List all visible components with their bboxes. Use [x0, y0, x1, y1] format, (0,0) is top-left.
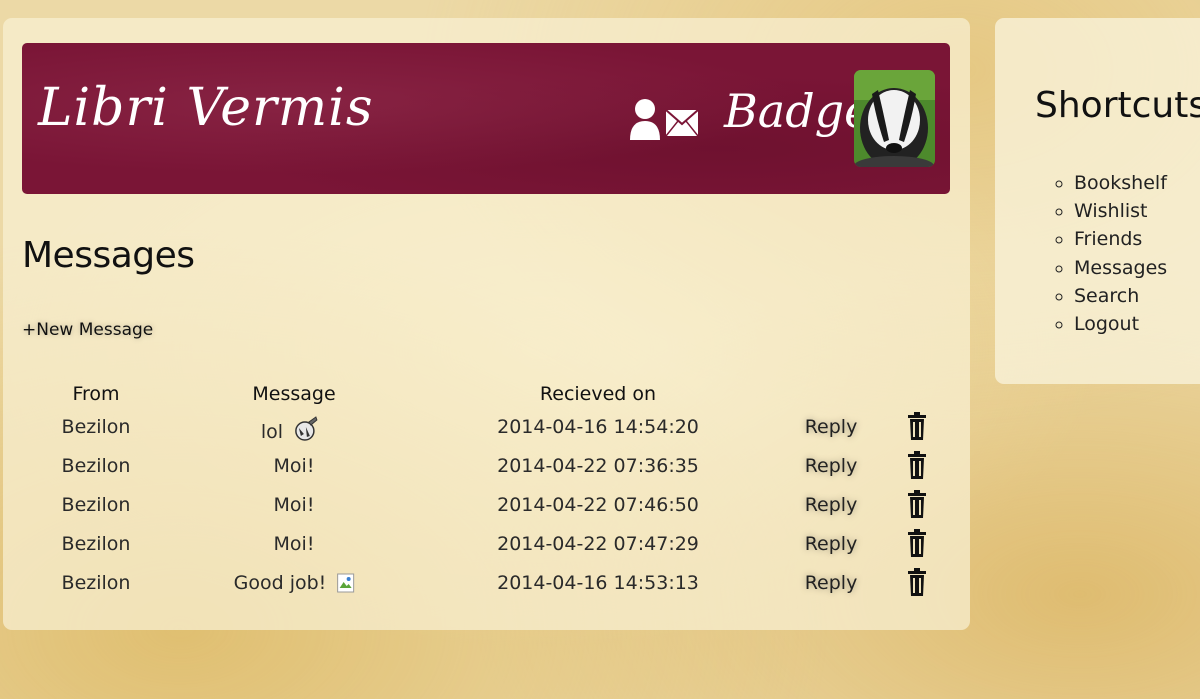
trash-icon[interactable]	[907, 490, 927, 518]
trash-icon[interactable]	[907, 529, 927, 557]
shortcut-link[interactable]: Bookshelf	[1074, 172, 1167, 194]
user-icon[interactable]	[628, 96, 662, 140]
shortcuts-title: Shortcuts:	[1035, 85, 1200, 126]
column-header-message: Message	[252, 383, 336, 405]
message-sender: Bezilon	[61, 416, 131, 438]
message-date: 2014-04-22 07:46:50	[497, 494, 699, 516]
message-sender: Bezilon	[61, 494, 131, 516]
reply-button[interactable]: Reply	[805, 494, 858, 516]
message-sender: Bezilon	[61, 572, 131, 594]
reply-button[interactable]: Reply	[805, 572, 858, 594]
shortcut-link[interactable]: Messages	[1074, 257, 1167, 279]
message-text[interactable]: Moi!	[274, 455, 315, 477]
message-text[interactable]: lol	[261, 421, 283, 443]
message-date: 2014-04-22 07:47:29	[497, 533, 699, 555]
message-text[interactable]: Moi!	[274, 494, 315, 516]
trash-icon[interactable]	[907, 412, 927, 440]
shortcut-link[interactable]: Friends	[1074, 228, 1142, 250]
reply-button[interactable]: Reply	[805, 533, 858, 555]
message-text-cell[interactable]: Good job!	[234, 572, 355, 594]
trash-icon[interactable]	[907, 451, 927, 479]
shortcut-item-bookshelf[interactable]: Bookshelf	[1074, 169, 1167, 197]
message-sender: Bezilon	[61, 455, 131, 477]
mail-icon[interactable]	[665, 109, 699, 137]
message-text[interactable]: Good job!	[234, 572, 327, 594]
message-date: 2014-04-16 14:53:13	[497, 572, 699, 594]
shortcut-link[interactable]: Wishlist	[1074, 200, 1148, 222]
broken-image-icon	[336, 573, 354, 593]
message-date: 2014-04-16 14:54:20	[497, 416, 699, 438]
shortcut-link[interactable]: Logout	[1074, 313, 1139, 335]
message-sender: Bezilon	[61, 533, 131, 555]
message-date: 2014-04-22 07:36:35	[497, 455, 699, 477]
shortcut-item-wishlist[interactable]: Wishlist	[1074, 197, 1167, 225]
shortcut-item-search[interactable]: Search	[1074, 282, 1167, 310]
site-title[interactable]: Libri Vermis	[38, 78, 374, 138]
message-text-cell[interactable]: lol	[261, 416, 319, 443]
shortcut-item-logout[interactable]: Logout	[1074, 310, 1167, 338]
message-text[interactable]: Moi!	[274, 533, 315, 555]
page-title: Messages	[22, 235, 195, 276]
reply-button[interactable]: Reply	[805, 416, 858, 438]
shortcut-link[interactable]: Search	[1074, 285, 1139, 307]
new-message-link[interactable]: +New Message	[22, 320, 153, 340]
column-header-received: Recieved on	[539, 383, 657, 405]
shortcut-item-friends[interactable]: Friends	[1074, 225, 1167, 253]
reply-button[interactable]: Reply	[805, 455, 858, 477]
avatar[interactable]	[854, 70, 935, 167]
emoticon-icon	[295, 416, 318, 441]
shortcut-item-messages[interactable]: Messages	[1074, 254, 1167, 282]
shortcuts-list: Bookshelf Wishlist Friends Messages Sear…	[1036, 169, 1167, 338]
trash-icon[interactable]	[907, 568, 927, 596]
column-header-from: From	[72, 383, 120, 405]
